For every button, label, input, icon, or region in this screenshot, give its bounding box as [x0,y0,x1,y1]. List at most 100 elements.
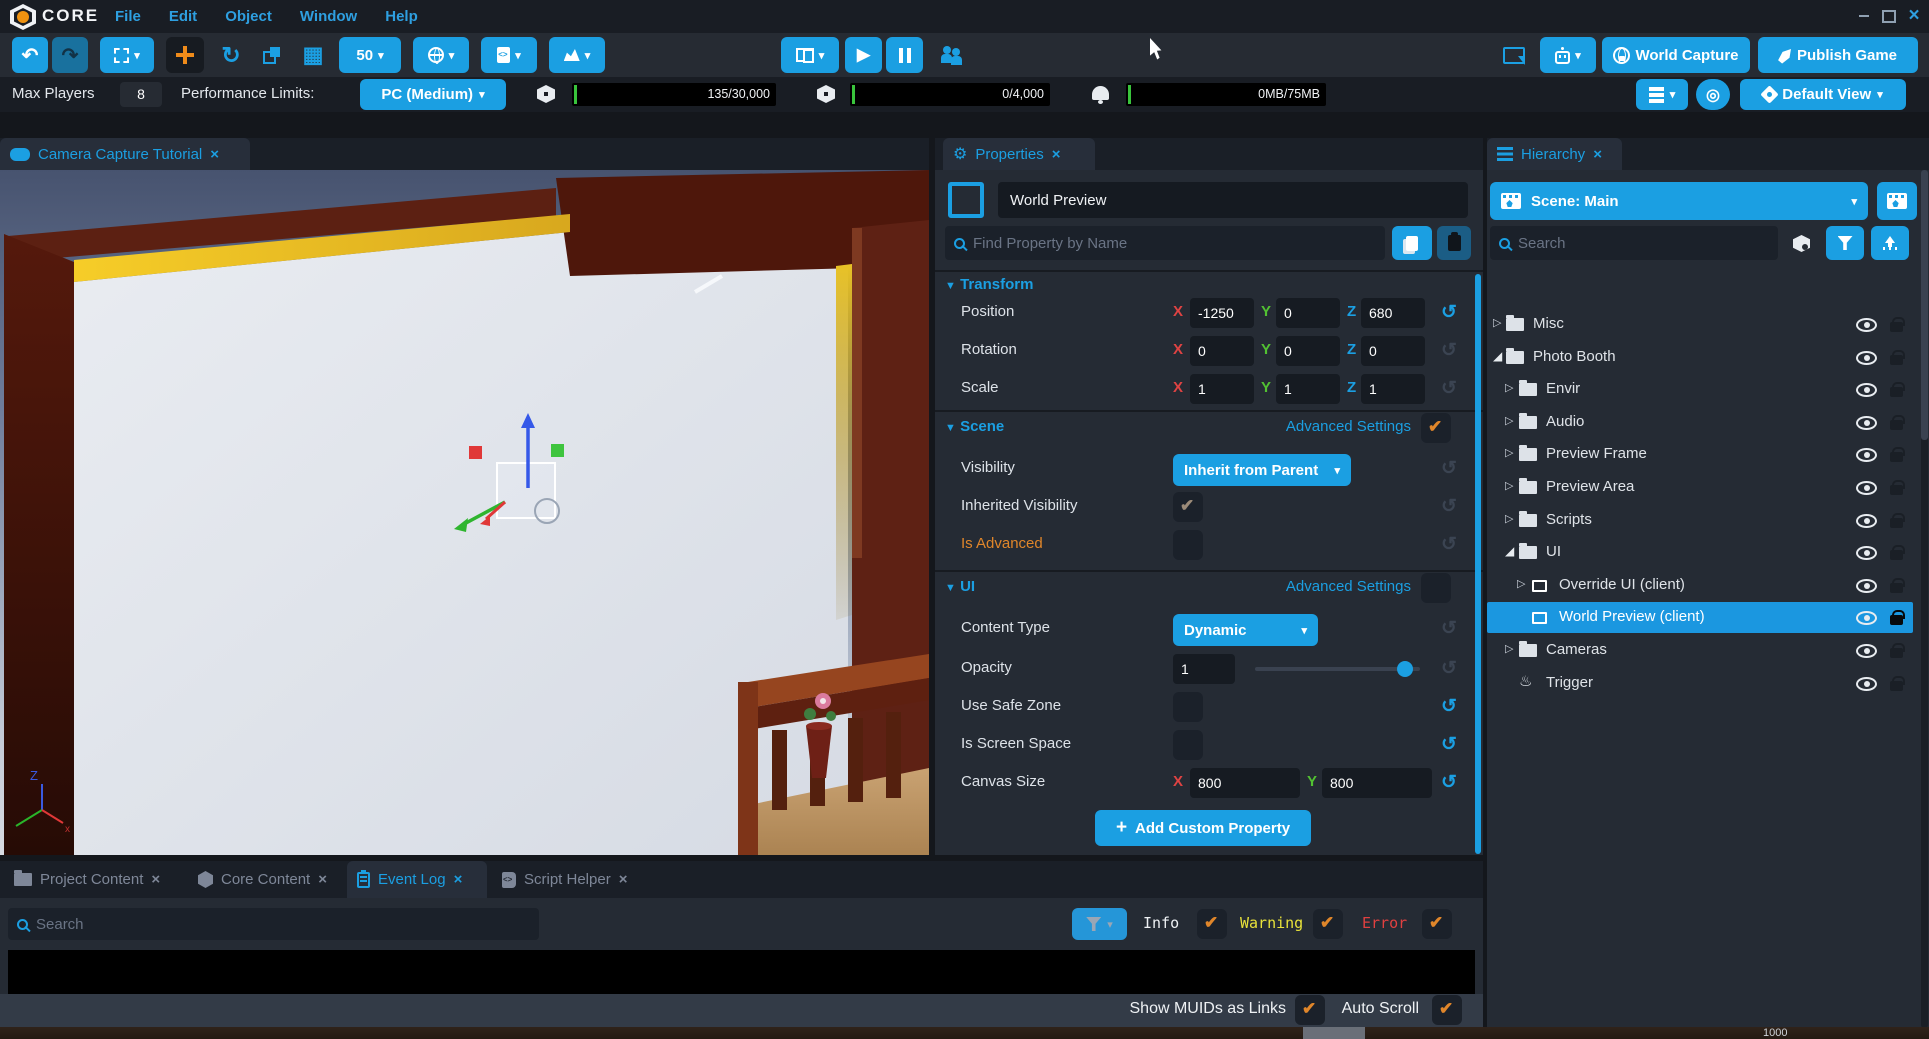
visibility-eye-icon[interactable] [1856,644,1877,658]
terrain-dropdown[interactable]: ▾ [549,37,605,73]
error-filter-checkbox[interactable] [1422,909,1452,939]
rotation-z-input[interactable]: 0 [1361,336,1425,366]
expand-arrow-icon[interactable]: ▷ [1517,577,1525,590]
grid-snap-button[interactable]: ▦ [294,37,332,73]
warning-filter-checkbox[interactable] [1313,909,1343,939]
hierarchy-item[interactable]: ▷Preview Area [1487,472,1913,503]
target-button[interactable]: ◎ [1696,79,1730,110]
hierarchy-item[interactable]: ▷Audio [1487,407,1913,438]
reset-icon[interactable]: ↺ [1437,301,1461,325]
close-icon[interactable]: × [454,871,463,888]
close-icon[interactable]: × [619,871,628,888]
script-dropdown[interactable]: ▾ [481,37,537,73]
lock-icon[interactable] [1890,583,1903,593]
play-button[interactable]: ▶ [845,37,882,73]
tab-event-log[interactable]: Event Log × [347,861,487,898]
position-y-input[interactable]: 0 [1276,298,1340,328]
undo-button[interactable]: ↶ [12,37,48,73]
opacity-slider[interactable] [1255,667,1420,671]
visibility-eye-icon[interactable] [1856,611,1877,625]
visibility-eye-icon[interactable] [1856,416,1877,430]
reset-icon[interactable]: ↺ [1437,457,1461,481]
advanced-settings-link[interactable]: Advanced Settings [1286,418,1411,435]
reset-icon[interactable]: ↺ [1437,339,1461,363]
max-players-input[interactable]: 8 [120,82,162,107]
property-search[interactable] [945,226,1385,260]
lock-icon[interactable] [1890,322,1903,332]
window-close-button[interactable]: × [1905,7,1923,25]
default-view-dropdown[interactable]: Default View▾ [1740,79,1906,110]
hierarchy-item[interactable]: ▷Preview Frame [1487,439,1913,470]
rotate-tool-button[interactable]: ↻ [212,37,250,73]
visibility-eye-icon[interactable] [1856,546,1877,560]
visibility-eye-icon[interactable] [1856,448,1877,462]
is-advanced-checkbox[interactable] [1173,530,1203,560]
position-z-input[interactable]: 680 [1361,298,1425,328]
opacity-input[interactable]: 1 [1173,654,1235,684]
menu-window[interactable]: Window [300,8,357,25]
expand-arrow-icon[interactable]: ▷ [1505,479,1513,492]
hierarchy-item[interactable]: ▷Cameras [1487,635,1913,666]
reset-icon[interactable]: ↺ [1437,771,1461,795]
viewport-3d-scene[interactable]: Z x [0,170,929,855]
visibility-eye-icon[interactable] [1856,383,1877,397]
tab-properties[interactable]: ⚙ Properties × [943,138,1095,170]
visibility-eye-icon[interactable] [1856,579,1877,593]
show-muids-checkbox[interactable] [1295,995,1325,1025]
event-log-search[interactable] [8,908,539,940]
canvas-x-input[interactable]: 800 [1190,768,1300,798]
event-log-search-input[interactable] [36,916,530,933]
auto-scroll-checkbox[interactable] [1432,995,1462,1025]
info-filter-checkbox[interactable] [1197,909,1227,939]
lock-icon[interactable] [1890,355,1903,365]
close-icon[interactable]: × [1593,146,1602,163]
collapse-arrow-icon[interactable]: ◢ [1505,544,1514,558]
expand-arrow-icon[interactable]: ▷ [1505,414,1513,427]
close-icon[interactable]: × [210,146,219,163]
inherited-visibility-checkbox[interactable] [1173,492,1203,522]
position-x-input[interactable]: -1250 [1190,298,1254,328]
content-type-dropdown[interactable]: Dynamic▾ [1173,614,1318,646]
close-icon[interactable]: × [318,871,327,888]
transform-section-header[interactable]: ▼ Transform [945,276,1033,293]
paste-properties-button[interactable] [1437,226,1471,260]
reset-icon[interactable]: ↺ [1437,617,1461,641]
share-screen-button[interactable] [1494,37,1534,73]
lock-icon[interactable] [1890,681,1903,691]
visibility-eye-icon[interactable] [1856,351,1877,365]
reset-icon[interactable]: ↺ [1437,733,1461,757]
reset-icon[interactable]: ↺ [1437,657,1461,681]
object-name-field[interactable] [998,182,1468,218]
lock-icon[interactable] [1890,550,1903,560]
is-screen-space-checkbox[interactable] [1173,730,1203,760]
expand-arrow-icon[interactable]: ▷ [1505,642,1513,655]
ui-advanced-settings-checkbox[interactable] [1421,573,1451,603]
advanced-settings-checkbox[interactable] [1421,413,1451,443]
expand-arrow-icon[interactable]: ▷ [1493,316,1501,329]
lock-icon[interactable] [1890,615,1903,625]
ui-section-header[interactable]: ▼ UI [945,578,975,595]
lock-icon[interactable] [1890,420,1903,430]
hierarchy-item[interactable]: ▷Override UI (client) [1487,570,1913,601]
visibility-eye-icon[interactable] [1856,318,1877,332]
object-name-input[interactable] [998,182,1468,218]
move-tool-button[interactable] [166,37,204,73]
preview-mode-dropdown[interactable]: ▾ [781,37,839,73]
publish-game-button[interactable]: Publish Game [1758,37,1918,73]
autosave-dropdown[interactable]: ▾ [1636,79,1688,110]
hierarchy-item[interactable]: ◢UI [1487,537,1913,568]
menu-edit[interactable]: Edit [169,8,197,25]
opacity-slider-thumb[interactable] [1397,661,1413,677]
world-capture-button[interactable]: World Capture [1602,37,1750,73]
hierarchy-item[interactable]: ▷Scripts [1487,505,1913,536]
hierarchy-item[interactable]: ▷Misc [1487,309,1913,340]
rotation-y-input[interactable]: 0 [1276,336,1340,366]
gizmo-ui-rect[interactable] [497,463,555,518]
visibility-eye-icon[interactable] [1856,481,1877,495]
expand-arrow-icon[interactable]: ▷ [1505,446,1513,459]
add-custom-property-button[interactable]: + Add Custom Property [1095,810,1311,846]
gizmo-plane-handle-green[interactable] [551,444,564,457]
world-settings-dropdown[interactable]: ▾ [413,37,469,73]
lock-icon[interactable] [1890,387,1903,397]
gizmo-plane-handle-red[interactable] [469,446,482,459]
